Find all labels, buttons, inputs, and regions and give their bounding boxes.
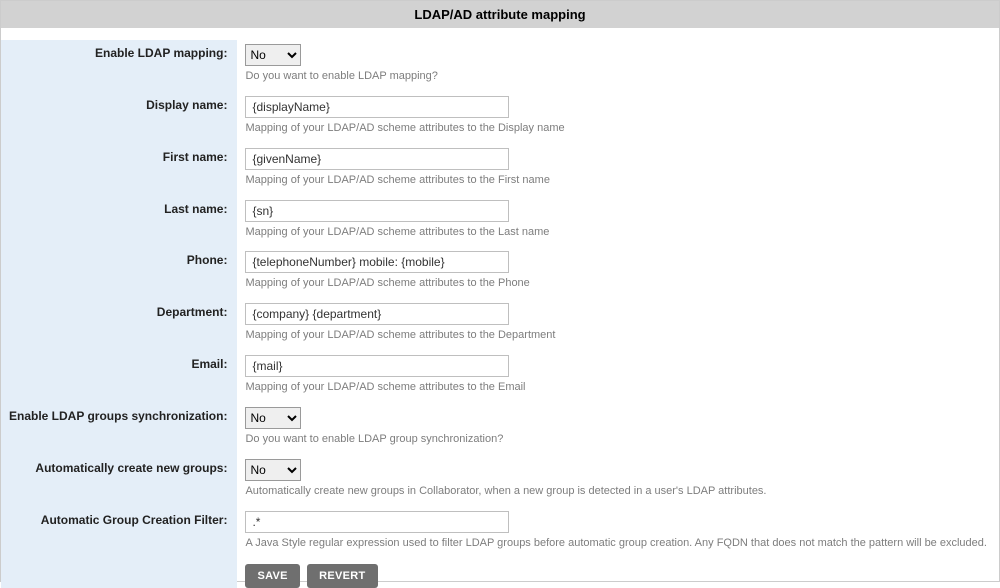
email-input[interactable] bbox=[245, 355, 509, 377]
first-name-help: Mapping of your LDAP/AD scheme attribute… bbox=[245, 173, 991, 188]
department-input[interactable] bbox=[245, 303, 509, 325]
page-title: LDAP/AD attribute mapping bbox=[1, 1, 999, 28]
action-button-row: SAVE REVERT bbox=[245, 562, 991, 588]
group-filter-label: Automatic Group Creation Filter: bbox=[1, 507, 237, 559]
ldap-mapping-form: Enable LDAP mapping: No Yes Do you want … bbox=[1, 28, 999, 588]
last-name-input[interactable] bbox=[245, 200, 509, 222]
display-name-help: Mapping of your LDAP/AD scheme attribute… bbox=[245, 121, 991, 136]
group-filter-input[interactable] bbox=[245, 511, 509, 533]
phone-input[interactable] bbox=[245, 251, 509, 273]
last-name-help: Mapping of your LDAP/AD scheme attribute… bbox=[245, 225, 991, 240]
display-name-label: Display name: bbox=[1, 92, 237, 144]
display-name-input[interactable] bbox=[245, 96, 509, 118]
save-button[interactable]: SAVE bbox=[245, 564, 299, 588]
department-help: Mapping of your LDAP/AD scheme attribute… bbox=[245, 328, 991, 343]
email-help: Mapping of your LDAP/AD scheme attribute… bbox=[245, 380, 991, 395]
first-name-label: First name: bbox=[1, 144, 237, 196]
auto-create-groups-label: Automatically create new groups: bbox=[1, 455, 237, 507]
enable-ldap-mapping-select[interactable]: No Yes bbox=[245, 44, 301, 66]
group-filter-help: A Java Style regular expression used to … bbox=[245, 536, 991, 551]
auto-create-groups-help: Automatically create new groups in Colla… bbox=[245, 484, 991, 499]
first-name-input[interactable] bbox=[245, 148, 509, 170]
enable-group-sync-help: Do you want to enable LDAP group synchro… bbox=[245, 432, 991, 447]
phone-help: Mapping of your LDAP/AD scheme attribute… bbox=[245, 276, 991, 291]
last-name-label: Last name: bbox=[1, 196, 237, 248]
auto-create-groups-select[interactable]: No Yes bbox=[245, 459, 301, 481]
revert-button[interactable]: REVERT bbox=[307, 564, 377, 588]
enable-ldap-mapping-help: Do you want to enable LDAP mapping? bbox=[245, 69, 991, 84]
enable-ldap-mapping-label: Enable LDAP mapping: bbox=[1, 40, 237, 92]
enable-group-sync-label: Enable LDAP groups synchronization: bbox=[1, 403, 237, 455]
phone-label: Phone: bbox=[1, 247, 237, 299]
enable-group-sync-select[interactable]: No Yes bbox=[245, 407, 301, 429]
department-label: Department: bbox=[1, 299, 237, 351]
email-label: Email: bbox=[1, 351, 237, 403]
